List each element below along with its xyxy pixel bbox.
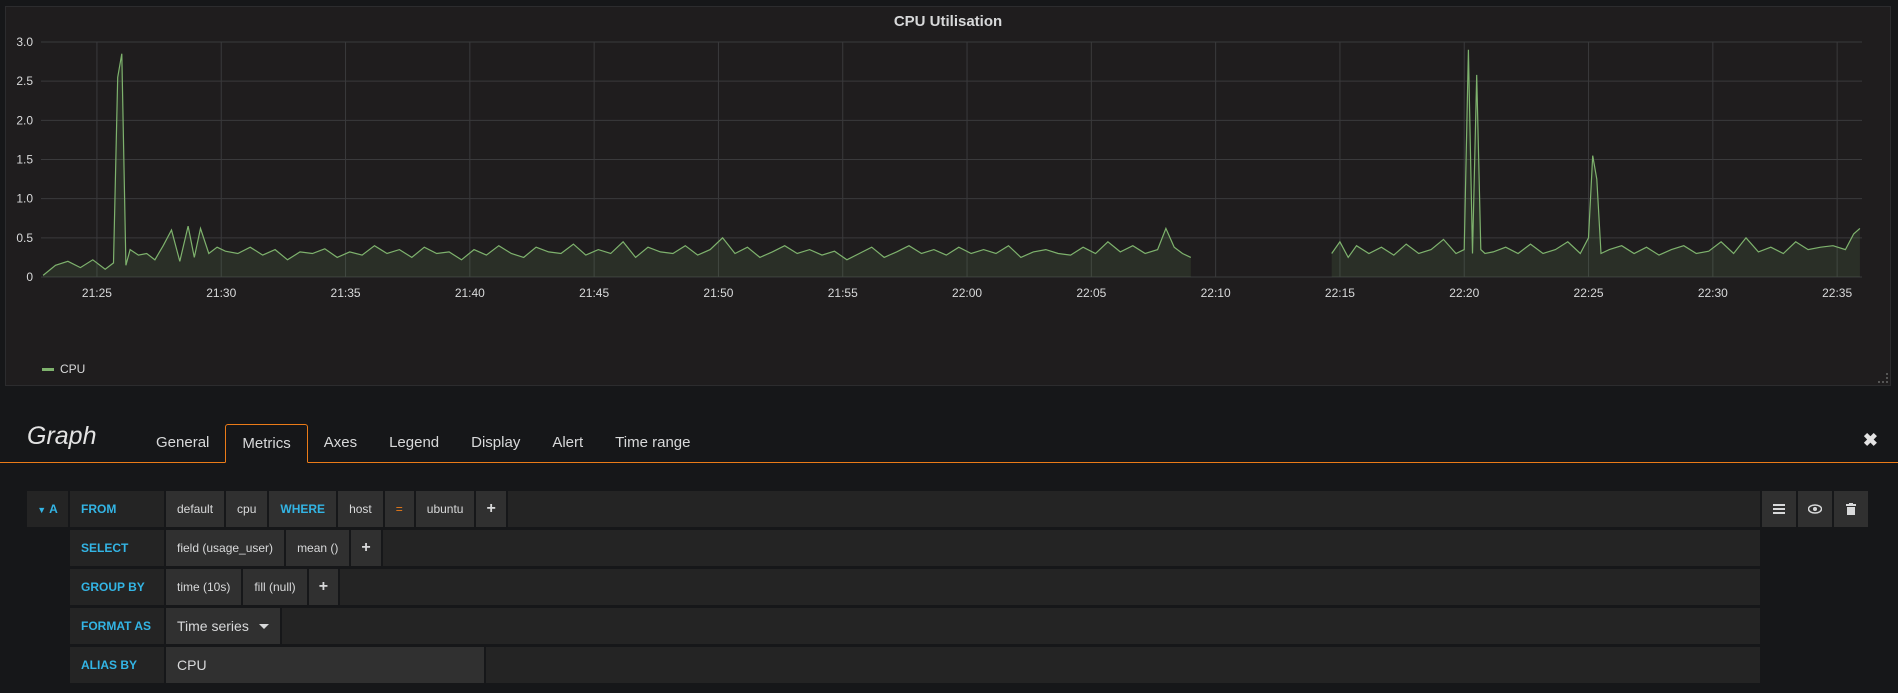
groupby-label: GROUP BY <box>70 569 164 605</box>
select-function[interactable]: mean () <box>286 530 350 566</box>
query-ref-toggle[interactable]: ▼ A <box>27 491 68 527</box>
y-tick-label: 1.5 <box>16 153 33 167</box>
panel-editor-header: Graph General Metrics Axes Legend Displa… <box>0 420 1898 463</box>
from-row-fill <box>507 491 1760 527</box>
y-tick-label: 2.5 <box>16 74 33 88</box>
query-select-row: SELECT field (usage_user) mean () + <box>70 530 1760 566</box>
series-area <box>1331 49 1860 277</box>
editor-tabs: General Metrics Axes Legend Display Aler… <box>140 424 706 463</box>
trash-shape <box>1846 503 1856 515</box>
where-operator[interactable]: = <box>384 491 414 527</box>
series-area <box>43 53 1191 278</box>
resize-handle[interactable] <box>1878 373 1888 383</box>
tab-metrics[interactable]: Metrics <box>225 424 308 463</box>
eye-icon[interactable] <box>1798 491 1832 527</box>
query-row-actions <box>1762 491 1868 527</box>
alias-input[interactable] <box>166 647 484 683</box>
eye-shape <box>1808 504 1822 514</box>
format-value: Time series <box>177 618 249 634</box>
legend-series-label[interactable]: CPU <box>60 362 85 376</box>
x-tick-label: 22:05 <box>1076 286 1106 300</box>
x-tick-label: 21:35 <box>331 286 361 300</box>
y-tick-label: 2.0 <box>16 113 33 127</box>
x-tick-label: 21:25 <box>82 286 112 300</box>
series-line <box>42 53 1192 276</box>
select-field[interactable]: field (usage_user) <box>166 530 285 566</box>
query-ref-id: A <box>49 502 58 516</box>
tab-time-range[interactable]: Time range <box>599 424 706 462</box>
legend-swatch <box>42 367 54 371</box>
x-tick-label: 21:55 <box>828 286 858 300</box>
groupby-fill[interactable]: fill (null) <box>243 569 307 605</box>
x-tick-label: 22:15 <box>1325 286 1355 300</box>
tab-alert[interactable]: Alert <box>536 424 599 462</box>
x-tick-label: 21:40 <box>455 286 485 300</box>
tab-legend[interactable]: Legend <box>373 424 455 462</box>
select-label: SELECT <box>70 530 164 566</box>
tab-axes[interactable]: Axes <box>308 424 373 462</box>
from-label: FROM <box>70 491 164 527</box>
x-tick-label: 22:25 <box>1574 286 1604 300</box>
close-icon[interactable]: ✖ <box>1863 430 1878 451</box>
from-policy[interactable]: default <box>166 491 225 527</box>
trash-icon[interactable] <box>1834 491 1868 527</box>
x-tick-label: 22:30 <box>1698 286 1728 300</box>
select-row-fill <box>382 530 1760 566</box>
x-tick-label: 22:00 <box>952 286 982 300</box>
x-tick-label: 21:30 <box>206 286 236 300</box>
add-select-button[interactable]: + <box>351 530 381 566</box>
where-value[interactable]: ubuntu <box>415 491 475 527</box>
where-key[interactable]: host <box>338 491 383 527</box>
caret-down-icon: ▼ <box>37 505 47 515</box>
tab-general[interactable]: General <box>140 424 225 462</box>
format-select[interactable]: Time series <box>166 608 280 644</box>
add-where-button[interactable]: + <box>476 491 506 527</box>
alias-label: ALIAS BY <box>70 647 164 683</box>
tab-display[interactable]: Display <box>455 424 536 462</box>
add-groupby-button[interactable]: + <box>308 569 339 605</box>
alias-row-fill <box>486 647 1760 683</box>
groupby-time[interactable]: time (10s) <box>166 569 242 605</box>
y-tick-label: 0 <box>26 270 33 284</box>
format-label: FORMAT AS <box>70 608 164 644</box>
y-tick-label: 1.0 <box>16 192 33 206</box>
cpu-chart: 0 0.5 1.0 1.5 2.0 2.5 3.0 21:25 21:30 21:35 21:40 2… <box>16 35 1862 300</box>
graph-panel: CPU Utilisation 0 0.5 1.0 1.5 2.0 2.5 3.0 21:25… <box>5 6 1891 386</box>
x-tick-label: 22:20 <box>1449 286 1479 300</box>
x-tick-label: 22:10 <box>1201 286 1231 300</box>
x-tick-label: 21:45 <box>579 286 609 300</box>
caret-down-icon <box>258 623 269 629</box>
from-measurement[interactable]: cpu <box>226 491 268 527</box>
y-tick-label: 0.5 <box>16 231 33 245</box>
y-tick-label: 3.0 <box>16 35 33 49</box>
legend: CPU <box>42 362 85 376</box>
menu-icon[interactable] <box>1762 491 1796 527</box>
where-keyword: WHERE <box>269 491 337 527</box>
hamburger-icon <box>1773 504 1785 514</box>
x-tick-label: 22:35 <box>1822 286 1852 300</box>
query-format-row: FORMAT AS Time series <box>70 608 1760 644</box>
query-alias-row: ALIAS BY <box>70 647 1760 683</box>
groupby-row-fill <box>340 569 1760 605</box>
x-tick-label: 21:50 <box>703 286 733 300</box>
editor-title: Graph <box>27 422 97 450</box>
query-from-row: FROM default cpu WHERE host = ubuntu + <box>70 491 1760 527</box>
format-row-fill <box>281 608 1760 644</box>
query-groupby-row: GROUP BY time (10s) fill (null) + <box>70 569 1760 605</box>
